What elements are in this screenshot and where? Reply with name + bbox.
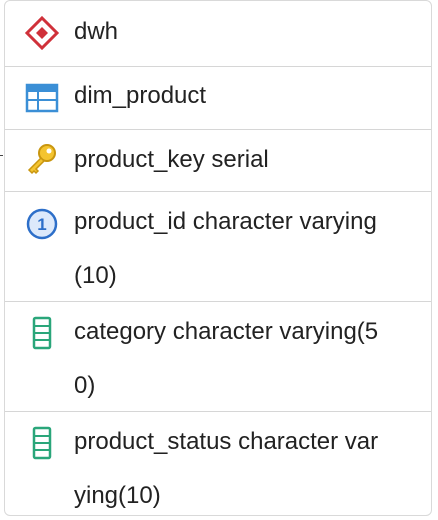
table-grid-icon bbox=[25, 83, 59, 113]
table-row: dim_product bbox=[5, 67, 431, 130]
column-label: product_key serial bbox=[74, 146, 269, 173]
table-node-card[interactable]: dwh dim_product product_key serial 1 pro… bbox=[4, 0, 432, 516]
svg-text:1: 1 bbox=[37, 215, 46, 234]
connector-tick bbox=[0, 155, 3, 156]
table-name: dim_product bbox=[74, 82, 207, 109]
column-label: product_status character var ying(10) bbox=[74, 428, 379, 509]
schema-diamond-icon bbox=[25, 16, 59, 50]
column-row-category[interactable]: category character varying(5 0) bbox=[5, 302, 431, 412]
column-row-product-id[interactable]: 1 product_id character varying (10) bbox=[5, 192, 431, 302]
schema-row: dwh bbox=[5, 1, 431, 67]
column-icon bbox=[32, 316, 52, 350]
primary-key-icon bbox=[27, 144, 56, 175]
column-row-product-key[interactable]: product_key serial bbox=[5, 130, 431, 192]
schema-name: dwh bbox=[74, 18, 119, 45]
column-row-product-status[interactable]: product_status character var ying(10) bbox=[5, 412, 431, 515]
column-label: category character varying(5 0) bbox=[74, 318, 379, 399]
column-icon bbox=[32, 426, 52, 460]
column-label: product_id character varying (10) bbox=[74, 208, 377, 289]
unique-one-icon: 1 bbox=[26, 208, 58, 240]
